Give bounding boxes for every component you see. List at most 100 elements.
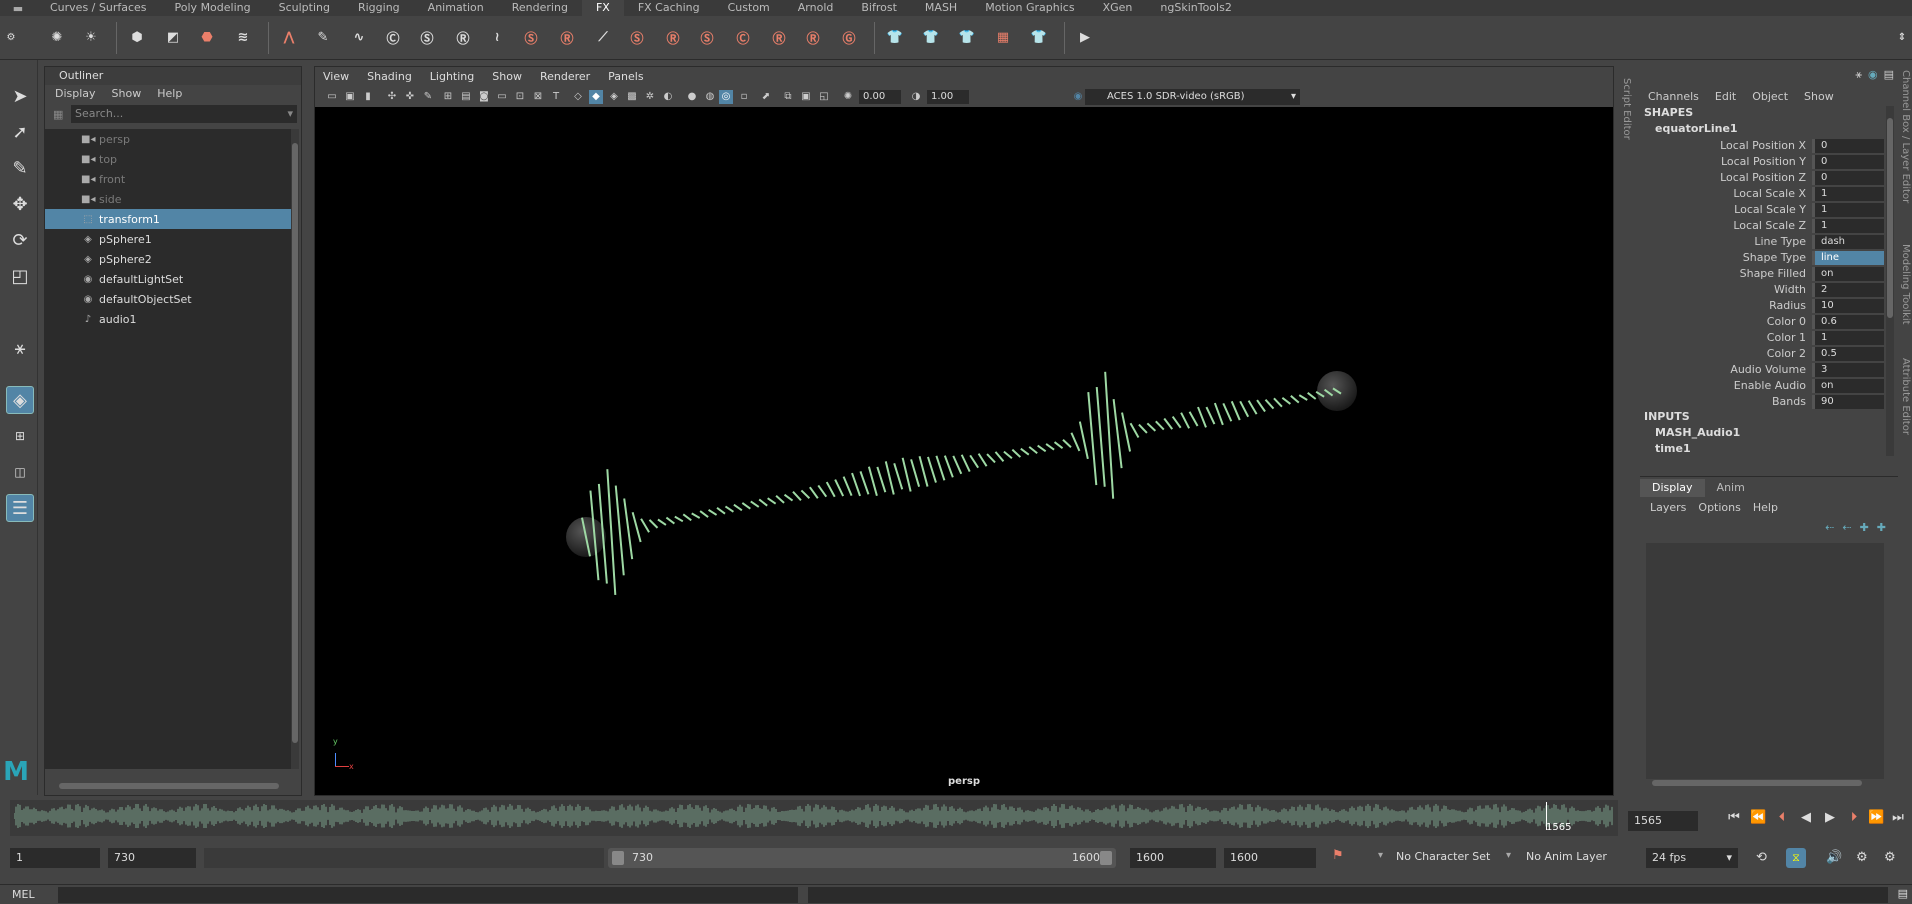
cache-gr-icon[interactable]: Ⓖ [836, 24, 862, 50]
constraint-s-icon[interactable]: Ⓢ [414, 24, 440, 50]
channel-value[interactable]: 10 [1812, 298, 1884, 313]
depth-of-field-icon[interactable]: ▫ [737, 90, 751, 104]
channel-label[interactable]: Local Scale X [1640, 187, 1812, 200]
outliner-horizontal-scrollbar[interactable] [59, 783, 279, 789]
emitter-icon[interactable]: ☀ [78, 24, 104, 50]
shelf-tab-custom[interactable]: Custom [714, 0, 784, 16]
layer-editor-menu-layers[interactable]: Layers [1650, 499, 1686, 517]
channel-box-layer-editor-tab[interactable]: Channel Box / Layer Editor [1900, 70, 1911, 203]
channel-box-scrollbar[interactable] [1886, 106, 1894, 456]
channel-local-position-z[interactable]: Local Position Z0 [1640, 170, 1884, 185]
viewport-menu-show[interactable]: Show [492, 67, 522, 87]
current-frame-field[interactable]: 1565 [1628, 811, 1698, 831]
cache-s-icon[interactable]: Ⓢ [694, 24, 720, 50]
channel-local-position-x[interactable]: Local Position X0 [1640, 138, 1884, 153]
shelf-tab-fx-caching[interactable]: FX Caching [624, 0, 714, 16]
modeling-toolkit-tab[interactable]: Modeling Toolkit [1900, 244, 1911, 325]
hair-curve-icon[interactable]: ≀ [484, 24, 510, 50]
shelf-tab-sculpting[interactable]: Sculpting [265, 0, 344, 16]
viewport-menu-view[interactable]: View [323, 67, 349, 87]
viewport-menu-panels[interactable]: Panels [608, 67, 643, 87]
exposure-icon[interactable]: ✺ [841, 90, 855, 104]
shelf-tab-rigging[interactable]: Rigging [344, 0, 414, 16]
anim-layer-dropdown[interactable]: No Anim Layer [1526, 850, 1607, 863]
channel-value[interactable]: 1 [1812, 218, 1884, 233]
channel-box-menu-object[interactable]: Object [1752, 90, 1788, 103]
play-backwards-icon[interactable]: ◀ [1798, 810, 1814, 826]
shelf-tab-animation[interactable]: Animation [414, 0, 498, 16]
character-set-dropdown[interactable]: No Character Set [1396, 850, 1490, 863]
fluid-emit-icon[interactable]: ⬣ [194, 24, 220, 50]
shelf-tab-curves-surfaces[interactable]: Curves / Surfaces [36, 0, 161, 16]
color-management-icon[interactable]: ◉ [1071, 90, 1085, 104]
outliner-item-persp[interactable]: ■◂ persp [45, 129, 293, 149]
channel-local-scale-z[interactable]: Local Scale Z1 [1640, 218, 1884, 233]
shelf-tab-fx[interactable]: FX [581, 0, 624, 16]
channel-enable-audio[interactable]: Enable Audio on [1640, 378, 1884, 393]
shape-node-name[interactable]: equatorLine1 [1655, 122, 1738, 135]
outliner-search-input[interactable]: Search... ▾ [71, 105, 297, 123]
channel-value[interactable]: 2 [1812, 282, 1884, 297]
cache-c-icon[interactable]: Ⓒ [730, 24, 756, 50]
channel-label[interactable]: Bands [1640, 395, 1812, 408]
layer-editor-scrollbar[interactable] [1652, 780, 1862, 786]
channel-color-2[interactable]: Color 2 0.5 [1640, 346, 1884, 361]
wireframe-on-shaded-icon[interactable]: ◈ [607, 90, 621, 104]
script-editor-tab[interactable]: Script Editor [1616, 66, 1638, 796]
color-space-dropdown[interactable]: ACES 1.0 SDR-video (sRGB) ▾ [1085, 89, 1300, 105]
sculpt-s-icon[interactable]: Ⓢ [624, 24, 650, 50]
search-dropdown-icon[interactable]: ▾ [287, 105, 297, 123]
hair-r-icon[interactable]: Ⓡ [554, 24, 580, 50]
outliner-menu-display[interactable]: Display [55, 85, 96, 103]
channel-box-menu-show[interactable]: Show [1804, 90, 1834, 103]
xray-icon[interactable]: ⧉ [781, 90, 795, 104]
channel-label[interactable]: Shape Filled [1640, 267, 1812, 280]
channel-value[interactable]: 90 [1812, 394, 1884, 409]
input-node-mash-audio[interactable]: MASH_Audio1 [1655, 426, 1740, 439]
new-empty-layer-icon[interactable]: ✚ [1860, 521, 1869, 534]
script-editor-button-icon[interactable]: ▤ [1898, 887, 1908, 900]
animation-prefs-icon[interactable]: ⚙ [1856, 850, 1868, 865]
cloth-cache-icon[interactable]: 👕 [1026, 24, 1052, 50]
channel-color-0[interactable]: Color 0 0.6 [1640, 314, 1884, 329]
time-slider[interactable]: 1565 [10, 800, 1618, 836]
channel-label[interactable]: Color 2 [1640, 347, 1812, 360]
single-perspective-layout-icon[interactable]: ◈ [6, 386, 34, 414]
channel-value[interactable]: on [1812, 378, 1884, 393]
range-slider[interactable] [608, 848, 1116, 868]
layer-editor-tab-anim[interactable]: Anim [1705, 479, 1757, 497]
gamma-icon[interactable]: ◑ [909, 90, 923, 104]
channel-label[interactable]: Radius [1640, 299, 1812, 312]
go-to-start-icon[interactable]: ⏮ [1726, 810, 1742, 826]
shelf-menu-grip[interactable]: ▬ [0, 2, 36, 15]
shelf-tab-poly-modeling[interactable]: Poly Modeling [161, 0, 265, 16]
gamma-field[interactable]: 1.00 [927, 90, 969, 104]
outliner-menu-help[interactable]: Help [157, 85, 182, 103]
step-back-frame-icon[interactable]: ⏴ [1774, 810, 1790, 826]
animation-start-field[interactable]: 1 [10, 848, 100, 868]
curve-attract-icon[interactable]: ∿ [346, 24, 372, 50]
safe-title-icon[interactable]: T [549, 90, 563, 104]
side-by-side-layout-icon[interactable]: ◫ [6, 458, 34, 486]
range-end-handle[interactable] [1100, 851, 1112, 865]
outliner-item-defaultobjectset[interactable]: ◉ defaultObjectSet [45, 289, 293, 309]
channel-label[interactable]: Color 0 [1640, 315, 1812, 328]
resolution-gate-icon[interactable]: ◙ [477, 90, 491, 104]
lasso-tool-icon[interactable]: ➚ [6, 118, 34, 146]
scroll-thumb[interactable] [292, 143, 298, 743]
fluid-container-icon[interactable]: ⬢ [124, 24, 150, 50]
outliner-item-side[interactable]: ■◂ side [45, 189, 293, 209]
shelf-tab-ngskintools2[interactable]: ngSkinTools2 [1146, 0, 1245, 16]
channel-shape-type[interactable]: Shape Type line [1640, 250, 1884, 265]
channel-width[interactable]: Width 2 [1640, 282, 1884, 297]
grid-icon[interactable]: ⊞ [441, 90, 455, 104]
2d-pan-icon[interactable]: ✜ [403, 90, 417, 104]
cache-cr-icon[interactable]: Ⓡ [766, 24, 792, 50]
camera-attributes-icon[interactable]: ▣ [343, 90, 357, 104]
layer-editor-tab-display[interactable]: Display [1640, 479, 1705, 497]
shelf-tab-arnold[interactable]: Arnold [784, 0, 848, 16]
fluid-2d-icon[interactable]: ◩ [160, 24, 186, 50]
channel-label[interactable]: Line Type [1640, 235, 1812, 248]
attribute-editor-tab[interactable]: Attribute Editor [1900, 358, 1911, 435]
cloth-remove-icon[interactable]: 👕 [954, 24, 980, 50]
